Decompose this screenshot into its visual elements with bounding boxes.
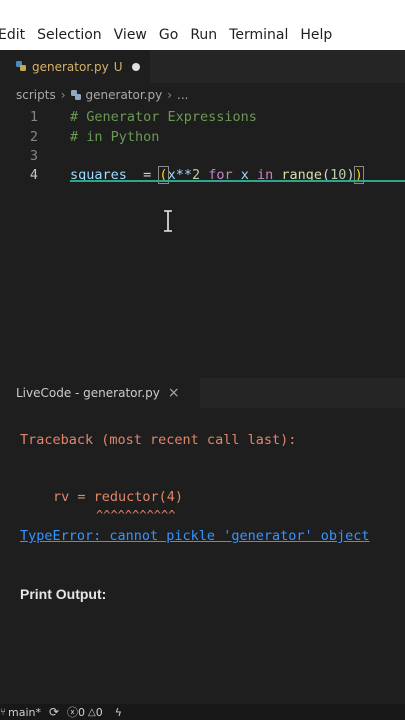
branch-icon: ⑂ xyxy=(0,706,6,718)
code-text: # Generator Expressions xyxy=(70,109,257,125)
print-output-heading: Print Output: xyxy=(20,586,107,602)
chevron-right-icon: › xyxy=(60,88,66,102)
python-file-icon xyxy=(70,89,82,101)
line-number: 2 xyxy=(29,129,39,145)
menu-view[interactable]: View xyxy=(114,27,147,43)
code-line: 2 # in Python xyxy=(0,129,405,148)
livecode-output: Traceback (most recent call last): rv = … xyxy=(0,408,405,706)
breadcrumb-file[interactable]: generator.py xyxy=(86,88,163,102)
breadcrumb-more[interactable]: ... xyxy=(177,88,188,102)
problems-status[interactable]: ⓧ 0 △ 0 xyxy=(67,704,103,720)
active-line-underline xyxy=(70,180,405,182)
traceback-caret: ^^^^^^^^^^^ xyxy=(96,508,176,522)
error-icon: ⓧ xyxy=(67,706,79,719)
menu-terminal[interactable]: Terminal xyxy=(229,27,288,43)
panel-tab-label: LiveCode - generator.py xyxy=(16,386,160,400)
tab-git-status: U xyxy=(113,59,123,74)
warning-icon: △ xyxy=(88,706,96,718)
error-link[interactable]: TypeError: cannot pickle 'generator' obj… xyxy=(20,528,370,544)
menu-go[interactable]: Go xyxy=(159,27,178,43)
text-cursor-icon xyxy=(163,210,173,232)
code-line-active: 4 squares = (x**2 for x in range(10)) xyxy=(0,166,405,186)
menu-edit[interactable]: Edit xyxy=(0,27,25,43)
line-number: 4 xyxy=(29,167,39,183)
chevron-right-icon: › xyxy=(167,88,173,102)
close-icon[interactable]: × xyxy=(168,385,180,401)
panel-tab-bar: LiveCode - generator.py × xyxy=(0,378,405,408)
sync-icon[interactable]: ⟳ xyxy=(49,705,59,719)
branch-name: main* xyxy=(8,705,41,719)
line-number: 3 xyxy=(29,148,39,164)
menu-run[interactable]: Run xyxy=(190,27,217,43)
unsaved-dot-icon[interactable] xyxy=(132,62,141,71)
breadcrumb: scripts › generator.py › ... xyxy=(16,88,188,102)
editor-tab-bar: generator.py U xyxy=(0,50,405,83)
title-menu-area: Edit Selection View Go Run Terminal Help xyxy=(0,0,405,50)
bolt-icon[interactable]: ϟ xyxy=(115,706,122,719)
tab-generator-py[interactable]: generator.py U xyxy=(0,50,150,83)
code-line: 3 xyxy=(0,148,405,167)
code-line: 1 # Generator Expressions xyxy=(0,109,405,128)
code-editor[interactable]: 1 # Generator Expressions 2 # in Python … xyxy=(0,105,405,375)
code-text: # in Python xyxy=(70,129,160,145)
error-count: 0 xyxy=(78,705,86,719)
tab-filename: generator.py xyxy=(32,59,109,74)
traceback-code-line: rv = reductor(4) xyxy=(53,489,184,505)
menu-bar: Edit Selection View Go Run Terminal Help xyxy=(0,27,344,43)
breadcrumb-folder[interactable]: scripts xyxy=(16,88,56,102)
line-number: 1 xyxy=(29,109,39,125)
menu-selection[interactable]: Selection xyxy=(37,27,102,43)
warning-count: 0 xyxy=(95,705,103,719)
menu-help[interactable]: Help xyxy=(300,27,332,43)
python-file-icon xyxy=(16,61,27,72)
branch-status[interactable]: ⑂ main* xyxy=(0,706,41,719)
traceback-header: Traceback (most recent call last): xyxy=(20,432,297,448)
tab-livecode[interactable]: LiveCode - generator.py × xyxy=(0,378,200,408)
status-bar: ⑂ main* ⟳ ⓧ 0 △ 0 ϟ xyxy=(0,704,405,720)
